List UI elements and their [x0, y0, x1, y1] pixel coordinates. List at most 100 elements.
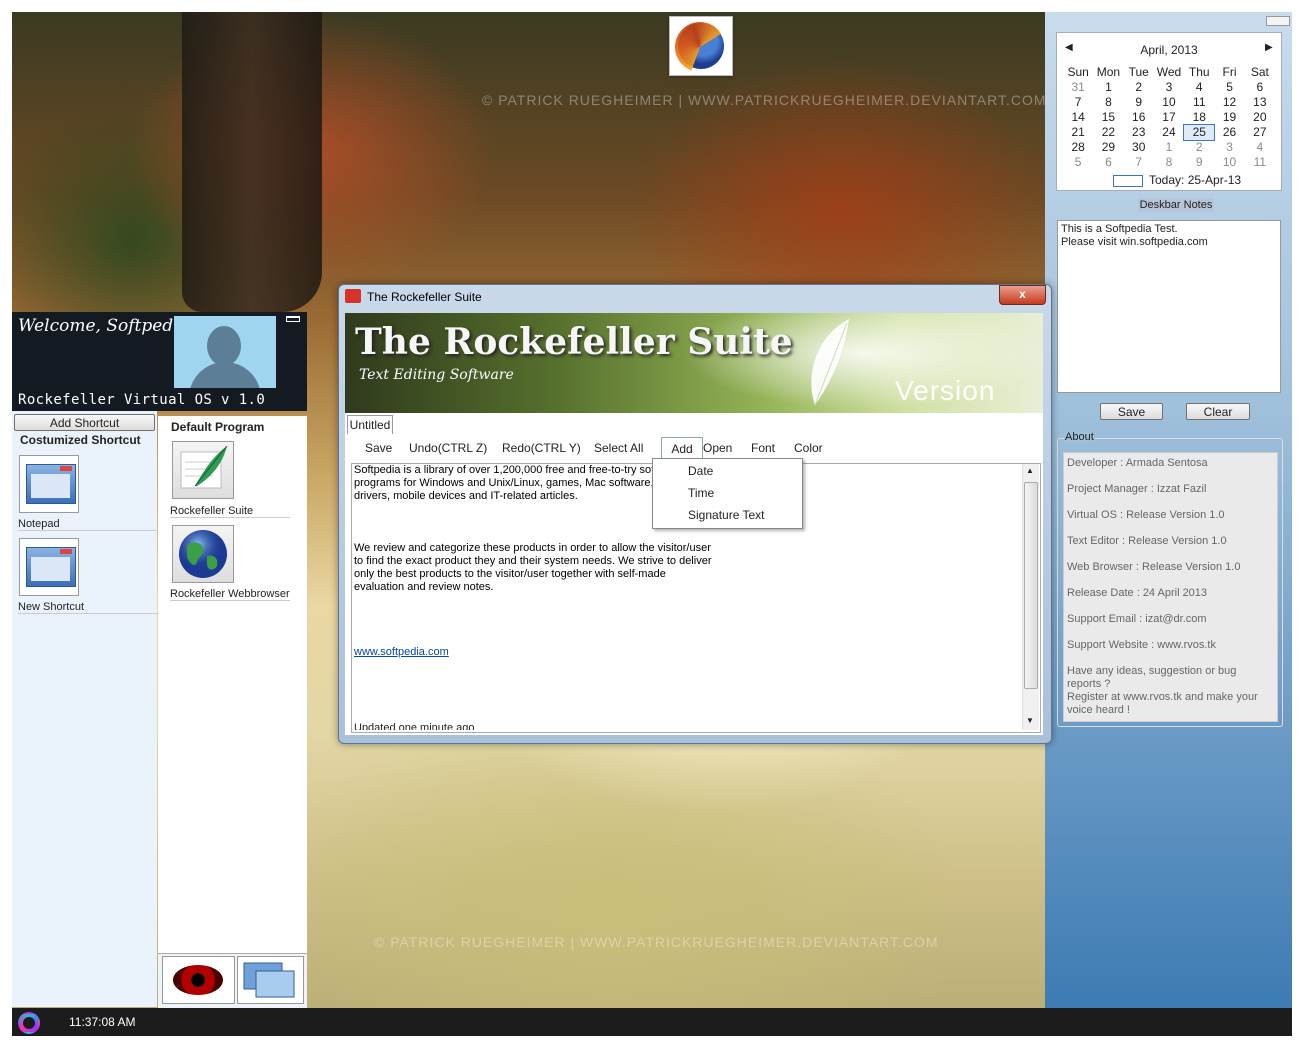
- banner-subtitle: Text Editing Software: [359, 367, 514, 383]
- calendar-day[interactable]: 2: [1184, 140, 1214, 155]
- calendar-day[interactable]: 29: [1093, 140, 1123, 155]
- wallpaper-watermark-top: © PATRICK RUEGHEIMER | WWW.PATRICKRUEGHE…: [482, 92, 1047, 108]
- calendar-day[interactable]: 27: [1245, 125, 1275, 140]
- calendar-day[interactable]: 26: [1214, 125, 1244, 140]
- rockefeller-webbrowser-icon[interactable]: [172, 525, 234, 583]
- calendar-day[interactable]: 9: [1184, 155, 1214, 170]
- window-close-button[interactable]: x: [999, 285, 1046, 305]
- menu-open[interactable]: Open: [703, 441, 732, 455]
- calendar-day[interactable]: 4: [1245, 140, 1275, 155]
- deskbar-minimize-button[interactable]: [1266, 16, 1290, 26]
- editor-scrollbar[interactable]: ▲ ▼: [1022, 464, 1039, 730]
- about-register: Register at www.rvos.tk and make your vo…: [1067, 691, 1258, 716]
- deskbar-notes-textarea[interactable]: This is a Softpedia Test. Please visit w…: [1057, 220, 1281, 393]
- calendar-day[interactable]: 11: [1245, 155, 1275, 170]
- calendar-day[interactable]: 14: [1063, 110, 1093, 125]
- menu-save[interactable]: Save: [365, 441, 392, 455]
- calendar-day[interactable]: 5: [1214, 80, 1244, 95]
- rockefeller-suite-label[interactable]: Rockefeller Suite: [170, 505, 290, 518]
- calendar-day[interactable]: 21: [1063, 125, 1093, 140]
- avatar[interactable]: [174, 316, 276, 388]
- calendar-day[interactable]: 13: [1245, 95, 1275, 110]
- calendar-day[interactable]: 19: [1214, 110, 1244, 125]
- editor-link[interactable]: www.softpedia.com: [354, 646, 449, 658]
- firefox-icon[interactable]: [669, 16, 733, 76]
- about-text-editor: Text Editor : Release Version 1.0: [1067, 535, 1227, 547]
- menu-undo[interactable]: Undo(CTRL Z): [409, 441, 487, 455]
- rockefeller-webbrowser-label[interactable]: Rockefeller Webbrowser: [170, 588, 290, 601]
- new-shortcut-label[interactable]: New Shortcut: [18, 601, 158, 614]
- calendar-day[interactable]: 9: [1124, 95, 1154, 110]
- taskbar-clock: 11:37:08 AM: [69, 1015, 136, 1029]
- welcome-text: Welcome, Softpedia: [18, 316, 189, 336]
- calendar-day[interactable]: 7: [1124, 155, 1154, 170]
- calendar-day[interactable]: 18: [1184, 110, 1214, 125]
- about-release-date: Release Date : 24 April 2013: [1067, 587, 1208, 599]
- calendar-day[interactable]: 10: [1214, 155, 1244, 170]
- calendar-week-row: 21 22 23 24 25 26 27: [1063, 124, 1275, 141]
- calendar-day[interactable]: 2: [1124, 80, 1154, 95]
- calendar-day[interactable]: 24: [1154, 125, 1184, 140]
- notes-clear-button[interactable]: Clear: [1186, 403, 1250, 420]
- menu-item-signature-text[interactable]: Signature Text: [688, 508, 765, 522]
- menu-color[interactable]: Color: [794, 441, 823, 455]
- calendar-day[interactable]: 17: [1154, 110, 1184, 125]
- calendar-day[interactable]: 15: [1093, 110, 1123, 125]
- calendar-day[interactable]: 3: [1214, 140, 1244, 155]
- menu-item-date[interactable]: Date: [688, 464, 713, 478]
- switch-windows-button[interactable]: [237, 956, 304, 1004]
- calendar-day[interactable]: 30: [1124, 140, 1154, 155]
- scroll-thumb[interactable]: [1024, 482, 1038, 689]
- calendar-day[interactable]: 8: [1093, 95, 1123, 110]
- notes-line: Please visit win.softpedia.com: [1061, 236, 1208, 248]
- calendar-day[interactable]: 10: [1154, 95, 1184, 110]
- calendar-day[interactable]: 6: [1093, 155, 1123, 170]
- calendar-day[interactable]: 11: [1184, 95, 1214, 110]
- menu-add[interactable]: Add: [661, 437, 703, 460]
- scroll-down-icon[interactable]: ▼: [1026, 716, 1034, 725]
- feather-icon: [811, 319, 849, 406]
- calendar-day[interactable]: 31: [1063, 80, 1093, 95]
- add-shortcut-button[interactable]: Add Shortcut: [14, 414, 155, 431]
- new-shortcut-icon[interactable]: [19, 538, 79, 596]
- notepad-shortcut-icon[interactable]: [19, 455, 79, 513]
- menu-font[interactable]: Font: [751, 441, 775, 455]
- calendar-day[interactable]: 20: [1245, 110, 1275, 125]
- calendar-today[interactable]: Today: 25-Apr-13: [1113, 173, 1241, 187]
- welcome-panel: Welcome, Softpedia Rockefeller Virtual O…: [12, 312, 307, 411]
- menu-redo[interactable]: Redo(CTRL Y): [502, 441, 581, 455]
- calendar-day[interactable]: 1: [1154, 140, 1184, 155]
- weekday-label: Wed: [1156, 65, 1182, 79]
- minimize-icon[interactable]: [286, 316, 300, 322]
- scroll-up-icon[interactable]: ▲: [1026, 466, 1034, 475]
- notepad-shortcut-label[interactable]: Notepad: [18, 518, 158, 531]
- rockefeller-suite-icon[interactable]: [172, 441, 234, 499]
- menu-item-time[interactable]: Time: [688, 486, 714, 500]
- quill-paper-icon: [180, 445, 228, 489]
- about-support-website: Support Website : www.rvos.tk: [1067, 639, 1216, 651]
- about-web-browser: Web Browser : Release Version 1.0: [1067, 561, 1241, 573]
- calendar-day[interactable]: 23: [1124, 125, 1154, 140]
- calendar-week-row: 14 15 16 17 18 19 20: [1063, 110, 1275, 125]
- menu-select-all[interactable]: Select All: [594, 441, 643, 455]
- calendar-day[interactable]: 3: [1154, 80, 1184, 95]
- notes-save-button[interactable]: Save: [1100, 403, 1163, 420]
- calendar-day[interactable]: 4: [1184, 80, 1214, 95]
- calendar-week-row: 5 6 7 8 9 10 11: [1063, 155, 1275, 170]
- eye-button[interactable]: [162, 956, 235, 1004]
- wallpaper-watermark-bottom: © PATRICK RUEGHEIMER | WWW.PATRICKRUEGHE…: [374, 934, 939, 950]
- calendar-month-title[interactable]: April, 2013: [1057, 43, 1281, 57]
- calendar-day[interactable]: 1: [1093, 80, 1123, 95]
- calendar-day[interactable]: 5: [1063, 155, 1093, 170]
- calendar-day[interactable]: 12: [1214, 95, 1244, 110]
- calendar-day[interactable]: 6: [1245, 80, 1275, 95]
- calendar-day-selected[interactable]: 25: [1183, 124, 1216, 141]
- calendar-day[interactable]: 16: [1124, 110, 1154, 125]
- calendar-day[interactable]: 8: [1154, 155, 1184, 170]
- calendar-day[interactable]: 28: [1063, 140, 1093, 155]
- window-title: The Rockefeller Suite: [367, 290, 482, 304]
- start-orb-icon[interactable]: [18, 1012, 40, 1034]
- calendar-day[interactable]: 22: [1093, 125, 1123, 140]
- calendar-day[interactable]: 7: [1063, 95, 1093, 110]
- tab-untitled[interactable]: Untitled: [347, 415, 393, 434]
